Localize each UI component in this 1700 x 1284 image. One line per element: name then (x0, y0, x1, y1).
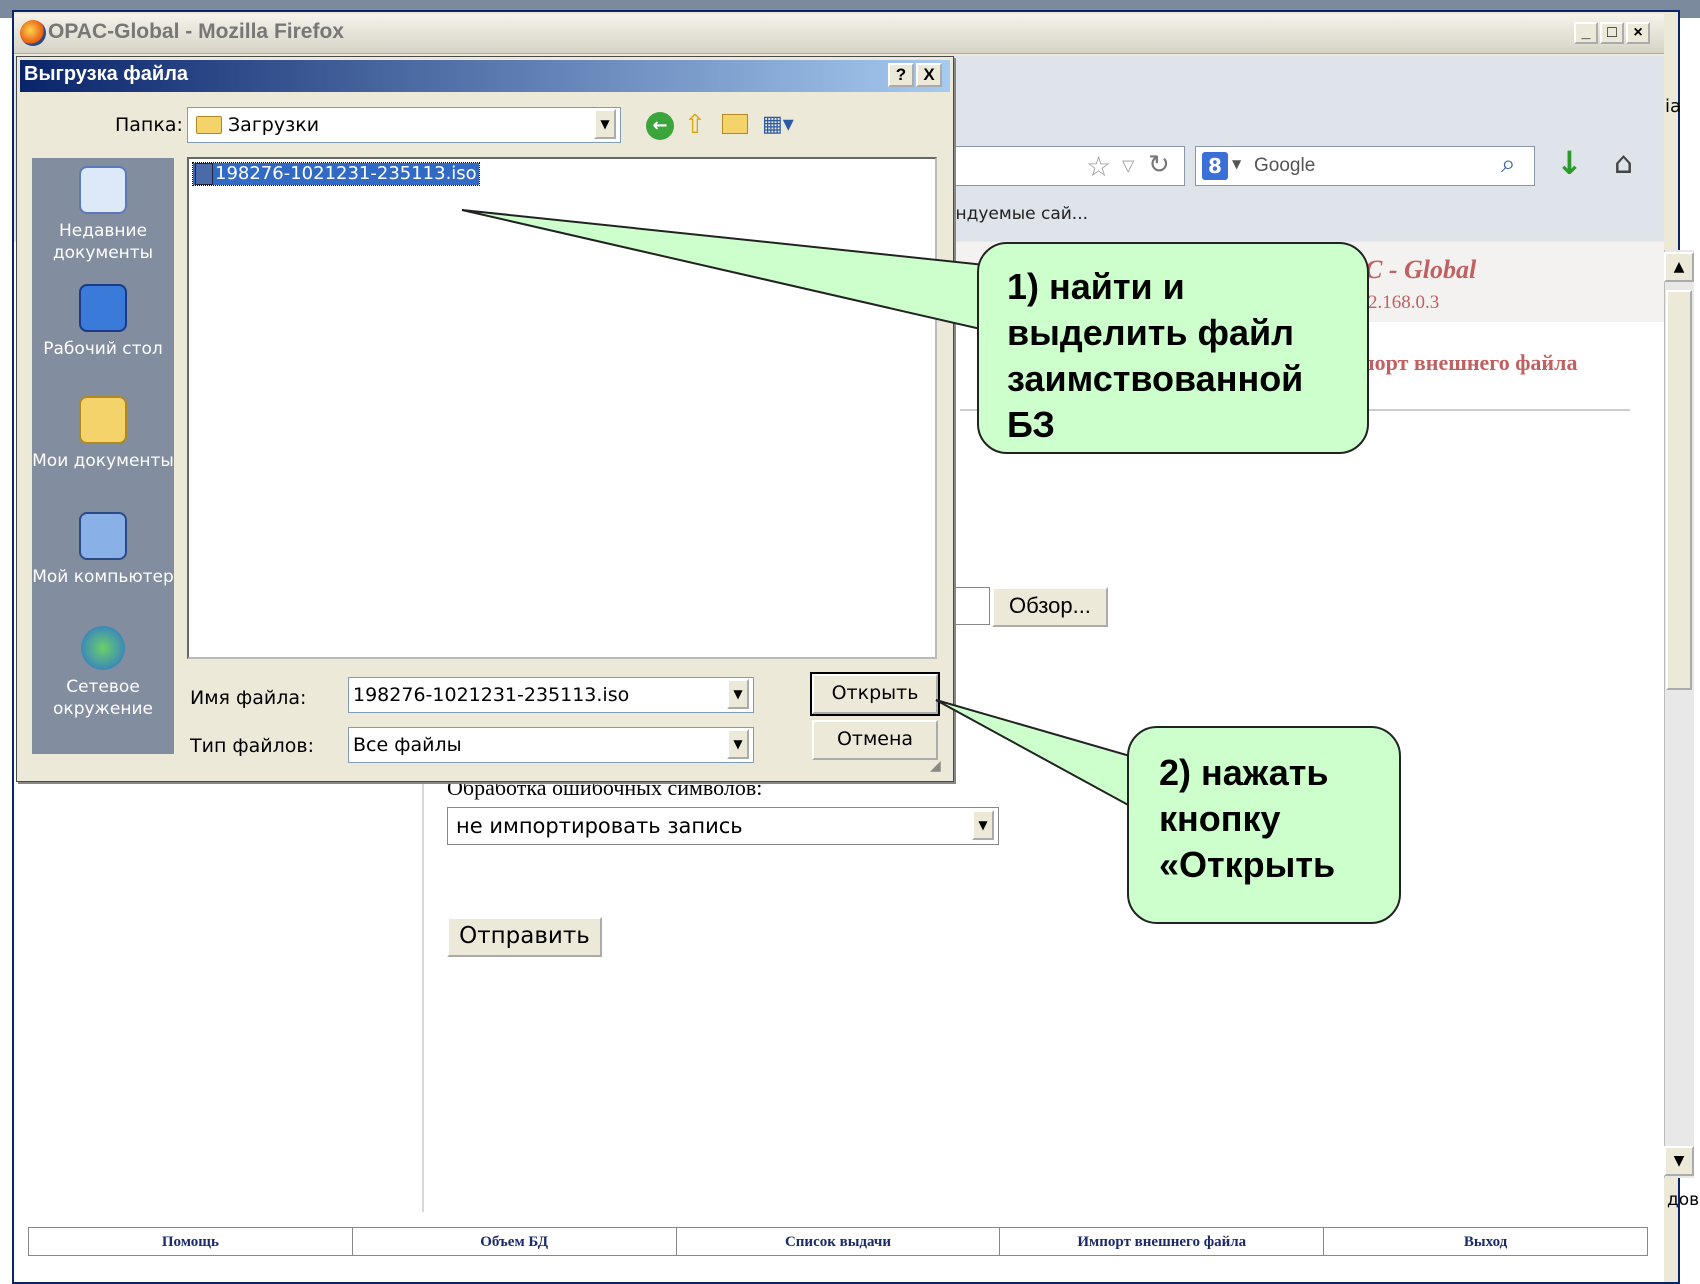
search-placeholder: Google (1254, 155, 1316, 176)
place-label: Недавние документы (52, 221, 154, 263)
recent-documents-icon (79, 166, 127, 214)
firefox-logo-icon (20, 20, 46, 46)
folder-icon (196, 116, 222, 134)
page-title: порт внешнего файла (1362, 350, 1578, 375)
folder-select[interactable]: Загрузки ▼ (187, 107, 621, 143)
footer-link-issue-list[interactable]: Список выдачи (677, 1228, 1001, 1255)
filetype-value: Все файлы (353, 734, 462, 756)
dialog-close-icon[interactable]: X (916, 63, 942, 87)
folder-value: Загрузки (228, 114, 320, 136)
new-folder-icon[interactable] (722, 114, 748, 134)
chevron-down-icon[interactable]: ▼ (727, 679, 749, 709)
scroll-thumb[interactable] (1666, 290, 1692, 690)
iso-file-icon (195, 163, 213, 185)
place-label: Мои документы (32, 451, 174, 471)
filename-value: 198276-1021231-235113.iso (353, 684, 630, 706)
resize-grip-icon[interactable]: ◢ (930, 758, 941, 774)
filename-input[interactable]: 198276-1021231-235113.iso ▼ (348, 677, 754, 713)
my-documents-icon (79, 396, 127, 444)
cancel-button[interactable]: Отмена (812, 720, 938, 760)
file-name: 198276-1021231-235113.iso (215, 163, 477, 184)
maximize-icon[interactable]: □ (1600, 22, 1624, 44)
reload-icon[interactable]: ↻ (1148, 150, 1170, 180)
place-recent[interactable]: Недавние документы (32, 166, 174, 264)
place-my-computer[interactable]: Мой компьютер (32, 512, 174, 588)
chevron-down-icon[interactable]: ▼ (972, 810, 994, 840)
close-icon[interactable]: × (1626, 22, 1650, 44)
footer-link-import[interactable]: Импорт внешнего файла (1000, 1228, 1325, 1255)
browser-title: OPAC-Global - Mozilla Firefox (48, 20, 344, 43)
scroll-down-icon[interactable]: ▼ (1664, 1146, 1694, 1176)
home-icon[interactable]: ⌂ (1614, 146, 1633, 181)
place-label: Рабочий стол (43, 339, 163, 359)
submit-button[interactable]: Отправить (447, 917, 602, 957)
place-label: Сетевое окружение (53, 677, 153, 719)
callout-step1: 1) найти и выделить файл заимствованной … (977, 242, 1369, 454)
page-brand: C - Global (1365, 255, 1477, 284)
bookmark-star-icon[interactable]: ☆ (1086, 150, 1111, 183)
history-dropdown-icon[interactable]: ▽ (1122, 156, 1134, 175)
footer-link-help[interactable]: Помощь (29, 1228, 353, 1255)
filetype-select[interactable]: Все файлы ▼ (348, 727, 754, 763)
footer-link-exit[interactable]: Выход (1324, 1228, 1647, 1255)
help-icon[interactable]: ? (888, 63, 914, 87)
desktop-icon (79, 284, 127, 332)
side-snippet-top: іа (1665, 96, 1682, 117)
google-icon[interactable]: 8 (1202, 152, 1228, 180)
view-menu-icon[interactable]: ▦▾ (762, 112, 794, 137)
chevron-down-icon[interactable]: ▼ (594, 109, 616, 139)
file-list-item[interactable]: 198276-1021231-235113.iso (192, 162, 480, 186)
network-icon (81, 626, 125, 670)
place-desktop[interactable]: Рабочий стол (32, 284, 174, 360)
search-field[interactable]: 8 ▼ Google ⌕ (1195, 146, 1535, 186)
footer-nav: Помощь Объем БД Список выдачи Импорт вне… (28, 1227, 1648, 1256)
side-snippet-bottom: дов (1667, 1190, 1700, 1210)
chevron-down-icon[interactable]: ▼ (727, 729, 749, 759)
minimize-icon[interactable]: _ (1574, 22, 1598, 44)
place-label: Мой компьютер (32, 567, 174, 587)
file-list[interactable] (187, 157, 937, 659)
place-network[interactable]: Сетевое окружение (32, 626, 174, 720)
search-icon[interactable]: ⌕ (1501, 149, 1516, 180)
dialog-title: Выгрузка файла (24, 63, 189, 85)
page-server-ip: 2.168.0.3 (1368, 292, 1440, 313)
error-handling-select[interactable]: не импортировать запись ▼ (447, 807, 999, 845)
download-icon[interactable]: ↓ (1556, 144, 1583, 182)
my-computer-icon (79, 512, 127, 560)
browse-button[interactable]: Обзор... (992, 587, 1108, 627)
up-folder-icon[interactable]: ⇧ (684, 110, 706, 140)
scroll-up-icon[interactable]: ▲ (1664, 252, 1694, 282)
filetype-label: Тип файлов: (190, 735, 315, 757)
filename-label: Имя файла: (190, 687, 307, 709)
search-engine-dropdown-icon[interactable]: ▼ (1232, 157, 1241, 171)
callout-step2: 2) нажать кнопку «Открыть (1127, 726, 1401, 924)
open-button[interactable]: Открыть (810, 672, 940, 716)
folder-label: Папка: (115, 114, 183, 136)
footer-link-db-size[interactable]: Объем БД (353, 1228, 677, 1255)
place-my-documents[interactable]: Мои документы (32, 396, 174, 472)
error-handling-value: не импортировать запись (456, 814, 743, 838)
back-icon[interactable]: ← (646, 112, 674, 140)
